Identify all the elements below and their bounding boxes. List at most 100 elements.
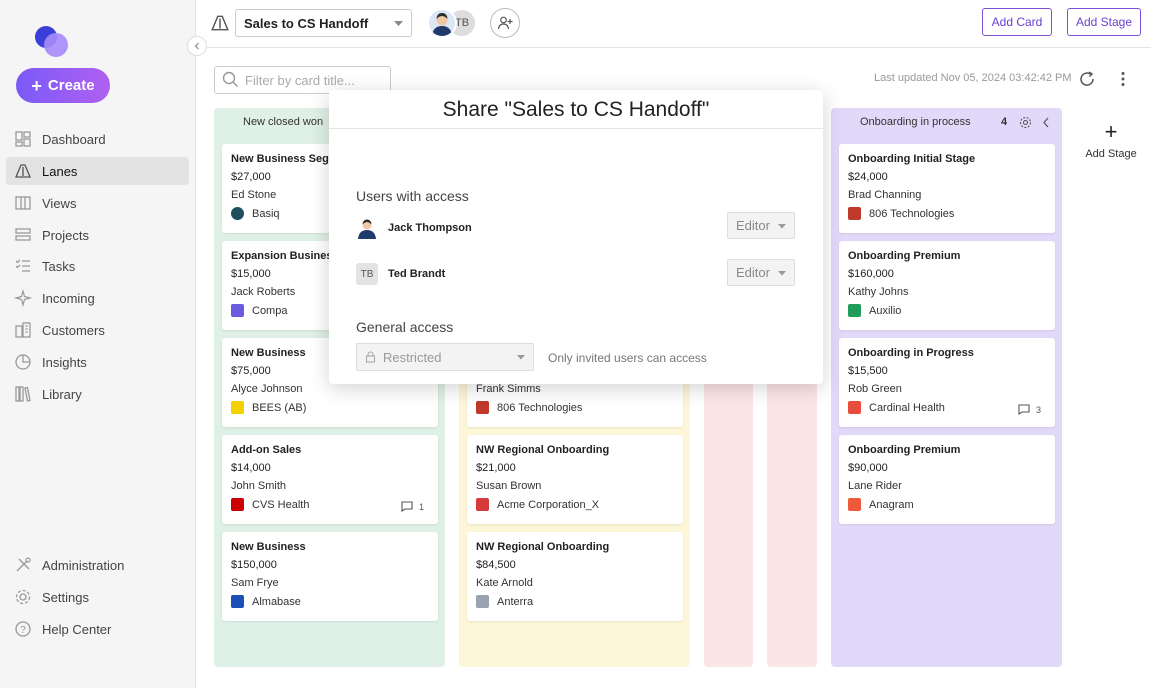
more-vertical-icon[interactable] (1114, 70, 1132, 88)
sidebar-item-label: Library (42, 386, 82, 402)
chevron-left-icon[interactable] (1041, 116, 1051, 129)
card-company: Almabase (252, 595, 301, 608)
card-owner: Sam Frye (231, 577, 279, 589)
company-logo-icon (848, 401, 861, 414)
chevron-down-icon (517, 355, 525, 360)
search-icon (222, 71, 238, 87)
add-user-button[interactable] (490, 8, 520, 38)
comment-count-text: 3 (1035, 404, 1041, 415)
card[interactable]: Onboarding in Progress $15,500 Rob Green… (839, 338, 1055, 427)
card-company: Basiq (252, 207, 280, 220)
add-stage-button[interactable]: Add Stage (1067, 8, 1141, 36)
sidebar-item-incoming[interactable]: Incoming (6, 284, 189, 312)
sidebar-item-library[interactable]: Library (6, 380, 189, 408)
company-logo-icon (848, 207, 861, 220)
user-avatar (356, 217, 378, 239)
library-icon (15, 386, 31, 402)
sidebar-item-help-center[interactable]: ? Help Center (6, 615, 189, 643)
board-select[interactable]: Sales to CS Handoff (235, 9, 412, 37)
sidebar: + Create Dashboard Lanes Views Projects … (0, 0, 196, 688)
lane-title: New closed won (243, 116, 324, 128)
company-logo-icon (231, 498, 244, 511)
lanes-icon (15, 164, 31, 178)
company-logo-icon (231, 401, 244, 414)
card[interactable]: New Business $150,000 Sam Frye Almabase (222, 532, 438, 621)
user-name: Ted Brandt (388, 268, 446, 280)
general-access-select[interactable]: Restricted (356, 343, 534, 371)
company-logo-icon (476, 401, 489, 414)
person-avatar-icon (432, 13, 452, 36)
card-owner: John Smith (231, 480, 287, 492)
card[interactable]: NW Regional Onboarding $84,500 Kate Arno… (467, 532, 683, 621)
sidebar-item-label: Administration (42, 557, 125, 573)
top-bar: Sales to CS Handoff TB Add Card Add Stag… (197, 0, 1151, 48)
sidebar-item-lanes[interactable]: Lanes (6, 157, 189, 185)
projects-icon (15, 228, 31, 241)
share-dialog: Share "Sales to CS Handoff" Users with a… (329, 90, 823, 384)
card-company: 806 Technologies (869, 207, 955, 220)
lanes-icon (211, 15, 229, 31)
add-card-button[interactable]: Add Card (982, 8, 1052, 36)
sidebar-item-settings[interactable]: Settings (6, 583, 189, 611)
card-company: Anagram (869, 498, 914, 511)
card-company: BEES (AB) (252, 401, 307, 414)
board-select-value: Sales to CS Handoff (244, 15, 369, 31)
card[interactable]: Onboarding Premium $90,000 Lane Rider An… (839, 435, 1055, 524)
card-owner: Frank Simms (476, 383, 541, 395)
card[interactable]: Onboarding Premium $160,000 Kathy Johns … (839, 241, 1055, 330)
sidebar-item-administration[interactable]: Administration (6, 551, 189, 579)
chevron-down-icon (778, 271, 786, 276)
user-name: Jack Thompson (388, 222, 472, 234)
card-owner: Rob Green (848, 383, 902, 395)
add-stage-column-label: Add Stage (1085, 148, 1137, 160)
chevron-left-icon (194, 42, 199, 50)
gear-icon[interactable] (1019, 116, 1032, 129)
card-company: Cardinal Health (869, 401, 945, 414)
card-owner: Kathy Johns (848, 286, 909, 298)
role-select[interactable]: Editor (727, 212, 795, 239)
create-button[interactable]: + Create (16, 68, 110, 103)
comment-count[interactable]: 1 (401, 501, 424, 512)
card[interactable]: Add-on Sales $14,000 John Smith CVS Heal… (222, 435, 438, 524)
create-button-label: Create (47, 77, 95, 94)
insights-icon (15, 354, 31, 370)
avatar-jack-thompson[interactable] (427, 8, 457, 38)
company-logo-icon (231, 207, 244, 220)
card[interactable]: NW Regional Onboarding $21,000 Susan Bro… (467, 435, 683, 524)
general-access-description: Only invited users can access (548, 351, 707, 365)
card-company: Compa (252, 304, 288, 317)
company-logo-icon (476, 595, 489, 608)
card-title: Onboarding in Progress (848, 347, 974, 359)
card-company: 806 Technologies (497, 401, 583, 414)
plus-icon: + (31, 75, 42, 96)
sidebar-item-projects[interactable]: Projects (6, 221, 189, 249)
card-value: $21,000 (476, 462, 516, 474)
card-title: New Business (231, 541, 306, 553)
card-company: Auxilio (869, 304, 902, 317)
role-select-value: Editor (736, 265, 770, 280)
card-title: NW Regional Onboarding (476, 444, 610, 456)
administration-icon (16, 557, 31, 572)
card[interactable]: Onboarding Initial Stage $24,000 Brad Ch… (839, 144, 1055, 233)
add-stage-column-button[interactable]: + Add Stage (1076, 121, 1146, 161)
comment-icon (1018, 404, 1030, 415)
sidebar-item-label: Views (42, 195, 77, 211)
comment-icon (401, 501, 413, 512)
users-with-access-label: Users with access (356, 188, 469, 204)
comment-count[interactable]: 3 (1018, 404, 1041, 415)
role-select[interactable]: Editor (727, 259, 795, 286)
customers-icon (15, 322, 31, 338)
refresh-icon[interactable] (1078, 70, 1096, 88)
divider (329, 128, 823, 129)
comment-count-text: 1 (418, 501, 424, 512)
sidebar-item-dashboard[interactable]: Dashboard (6, 125, 189, 153)
sidebar-item-insights[interactable]: Insights (6, 348, 189, 376)
card-owner: Susan Brown (476, 480, 542, 492)
sidebar-item-views[interactable]: Views (6, 189, 189, 217)
sidebar-item-customers[interactable]: Customers (6, 316, 189, 344)
collapse-sidebar-button[interactable] (187, 36, 207, 56)
settings-icon (15, 589, 31, 605)
person-avatar-icon (358, 219, 376, 239)
card-owner: Alyce Johnson (231, 383, 303, 395)
sidebar-item-tasks[interactable]: Tasks (6, 252, 189, 280)
